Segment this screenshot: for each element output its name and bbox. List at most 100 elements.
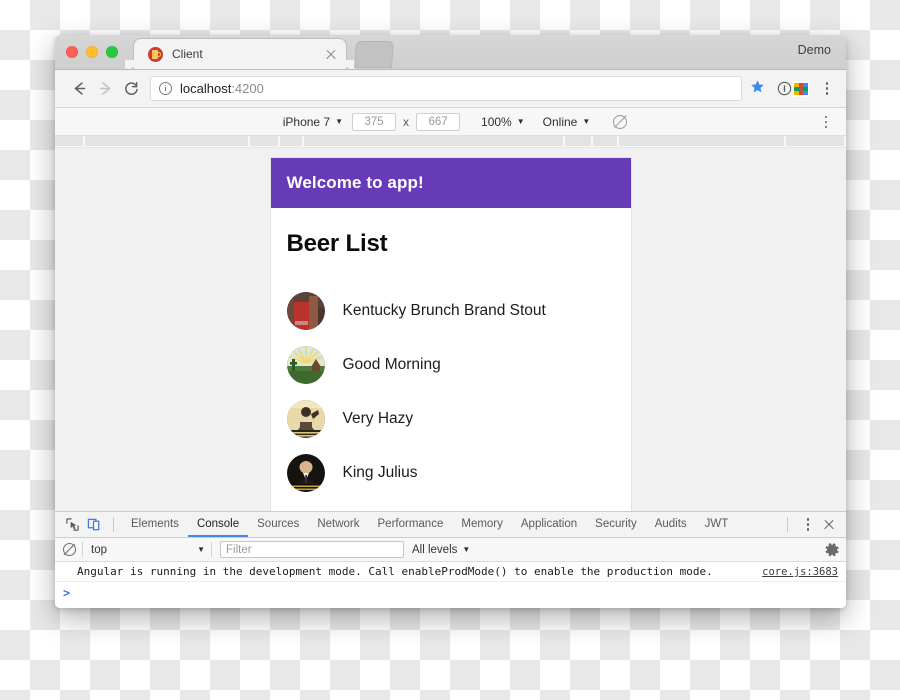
beer-mug-icon xyxy=(148,46,163,62)
app-title: Welcome to app! xyxy=(286,173,424,192)
devtools-menu-icon[interactable] xyxy=(800,517,816,533)
ruler-segment xyxy=(593,136,617,146)
console-context-select[interactable]: top ▼ xyxy=(83,541,211,559)
clear-console-icon[interactable] xyxy=(63,543,76,556)
tab-sources[interactable]: Sources xyxy=(248,512,308,537)
console-levels-select[interactable]: All levels ▼ xyxy=(412,544,470,556)
toggle-device-toolbar-icon[interactable] xyxy=(84,516,104,534)
close-icon[interactable] xyxy=(324,47,338,61)
tab-console[interactable]: Console xyxy=(187,512,249,537)
chevron-down-icon: ▼ xyxy=(516,117,525,126)
close-icon[interactable] xyxy=(820,516,838,534)
avatar xyxy=(286,292,325,330)
ruler-segment xyxy=(304,136,563,146)
zoom-select[interactable]: 100% ▼ xyxy=(472,115,534,129)
chevron-down-icon: ▼ xyxy=(197,545,205,554)
toolbar-divider xyxy=(787,517,788,532)
url-path: :4200 xyxy=(231,81,264,96)
chevron-down-icon: ▼ xyxy=(335,117,344,126)
avatar xyxy=(286,454,325,492)
throttling-select[interactable]: Online ▼ xyxy=(534,115,600,129)
address-bar[interactable]: localhost:4200 xyxy=(150,76,742,101)
browser-navbar: localhost:4200 xyxy=(55,70,846,108)
ruler-segment xyxy=(85,136,248,146)
tab-application[interactable]: Application xyxy=(512,512,586,537)
minimize-window-button[interactable] xyxy=(86,46,98,58)
beer-name: Very Hazy xyxy=(342,410,414,427)
rotate-device-icon[interactable] xyxy=(613,114,628,129)
close-window-button[interactable] xyxy=(66,46,78,58)
window-traffic-lights xyxy=(66,46,118,58)
new-tab-button[interactable] xyxy=(354,41,394,68)
device-viewport: Welcome to app! Beer List Kentucky Brunc… xyxy=(55,148,846,511)
extension-icon[interactable] xyxy=(793,80,809,97)
beer-list: Kentucky Brunch Brand Stout Good Morning… xyxy=(286,284,615,500)
avatar xyxy=(286,346,325,384)
dimension-separator: x xyxy=(403,114,410,129)
forward-button[interactable] xyxy=(92,76,118,102)
console-context-value: top xyxy=(91,543,107,556)
page-title: Beer List xyxy=(286,230,388,257)
ruler-segment xyxy=(786,136,844,146)
devtools-tabbar: Elements Console Sources Network Perform… xyxy=(55,512,846,538)
device-mode-ruler xyxy=(55,136,846,148)
page-info-icon[interactable] xyxy=(775,76,793,102)
list-item[interactable]: Very Hazy xyxy=(286,392,615,446)
device-name: iPhone 7 xyxy=(282,114,331,129)
browser-menu-icon[interactable] xyxy=(819,81,835,97)
toolbar-divider xyxy=(211,542,212,557)
inspect-element-icon[interactable] xyxy=(62,516,82,534)
console-output: Angular is running in the development mo… xyxy=(55,562,846,608)
tab-network[interactable]: Network xyxy=(308,512,368,537)
tab-performance[interactable]: Performance xyxy=(369,512,453,537)
list-item[interactable]: Kentucky Brunch Brand Stout xyxy=(286,284,615,338)
beer-name: King Julius xyxy=(342,464,418,481)
phone-viewport-frame: Welcome to app! Beer List Kentucky Brunc… xyxy=(270,158,631,511)
app-content: Beer List Kentucky Brunch Brand Stout Go… xyxy=(271,208,631,500)
reload-button[interactable] xyxy=(118,76,144,102)
tab-title: Client xyxy=(172,47,203,61)
list-item[interactable]: King Julius xyxy=(286,446,615,500)
back-button[interactable] xyxy=(66,76,92,102)
browser-tabstrip: Client Demo xyxy=(55,35,846,70)
console-filter-input[interactable]: Filter xyxy=(220,541,404,558)
device-mode-toolbar: iPhone 7 ▼ 375 x 667 100% ▼ Online ▼ xyxy=(55,108,846,136)
gear-icon[interactable] xyxy=(824,542,840,558)
prompt-chevron-icon: > xyxy=(63,586,71,600)
devtools-panel: Elements Console Sources Network Perform… xyxy=(55,511,846,608)
console-message-row: Angular is running in the development mo… xyxy=(55,562,846,582)
ruler-segment xyxy=(280,136,302,146)
avatar xyxy=(286,400,325,438)
console-toolbar: top ▼ Filter All levels ▼ xyxy=(55,538,846,562)
tab-jwt[interactable]: JWT xyxy=(696,512,738,537)
app-header: Welcome to app! xyxy=(270,158,631,208)
tab-audits[interactable]: Audits xyxy=(646,512,696,537)
beer-name: Good Morning xyxy=(342,356,441,373)
tab-elements[interactable]: Elements xyxy=(122,512,188,537)
toolbar-divider xyxy=(113,517,114,532)
console-levels-value: All levels xyxy=(412,543,458,556)
profile-label[interactable]: Demo xyxy=(798,43,831,57)
ruler-segment xyxy=(565,136,591,146)
chevron-down-icon: ▼ xyxy=(462,545,471,554)
device-width-input[interactable]: 375 xyxy=(352,112,397,131)
info-circle-icon[interactable] xyxy=(159,82,172,95)
beer-name: Kentucky Brunch Brand Stout xyxy=(342,302,546,319)
device-height-input[interactable]: 667 xyxy=(416,112,461,131)
throttling-value: Online xyxy=(542,114,578,129)
console-message-text: Angular is running in the development mo… xyxy=(77,565,713,578)
console-message-source[interactable]: core.js:3683 xyxy=(752,566,838,578)
ruler-segment xyxy=(619,136,784,146)
device-select[interactable]: iPhone 7 ▼ xyxy=(274,115,352,129)
ruler-segment xyxy=(250,136,278,146)
browser-tab[interactable]: Client xyxy=(125,39,355,69)
star-icon[interactable] xyxy=(750,79,765,98)
tab-security[interactable]: Security xyxy=(586,512,646,537)
device-toolbar-menu-icon[interactable] xyxy=(818,114,834,130)
zoom-window-button[interactable] xyxy=(106,46,118,58)
list-item[interactable]: Good Morning xyxy=(286,338,615,392)
console-prompt[interactable]: > xyxy=(55,582,846,604)
url-host: localhost xyxy=(180,81,232,96)
tab-memory[interactable]: Memory xyxy=(452,512,512,537)
zoom-value: 100% xyxy=(481,114,512,129)
